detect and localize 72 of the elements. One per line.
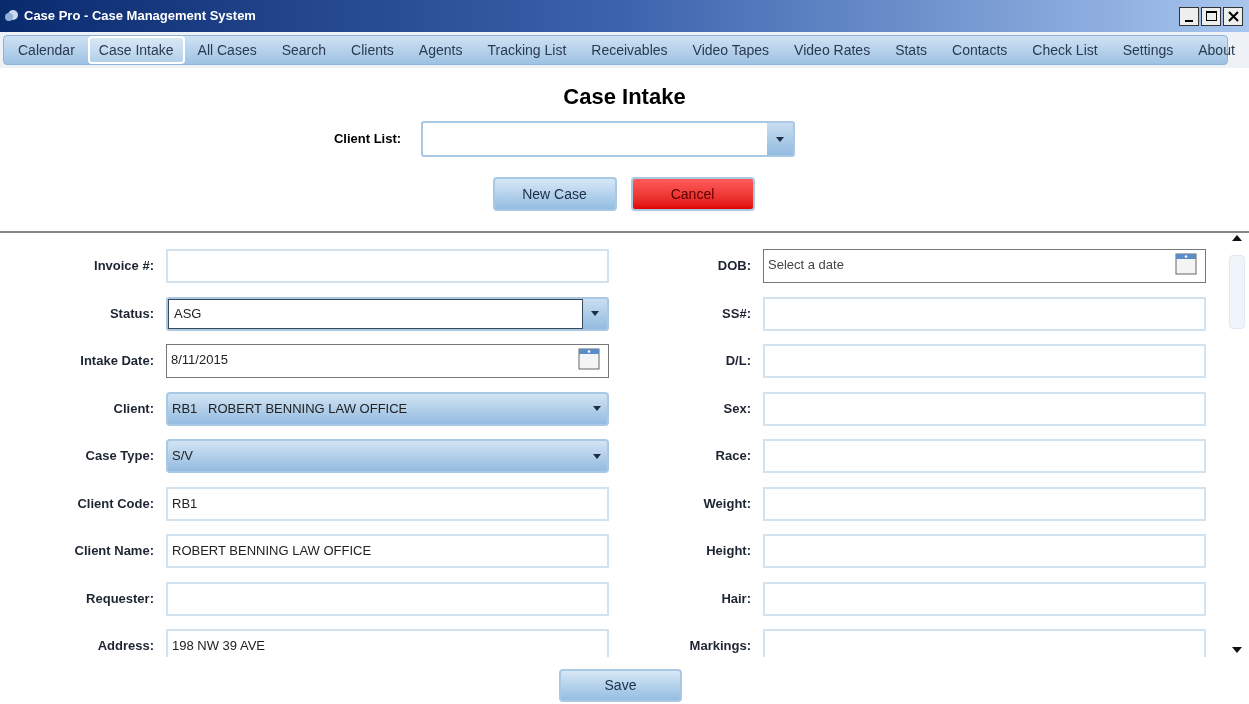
dropdown-arrow-icon <box>593 406 601 411</box>
calendar-icon[interactable] <box>1175 253 1197 275</box>
text-field[interactable] <box>763 344 1206 378</box>
save-button[interactable]: Save <box>559 669 682 702</box>
dropdown[interactable]: RB1 ROBERT BENNING LAW OFFICE <box>166 391 609 426</box>
text-field[interactable] <box>763 629 1206 657</box>
field-label: Address: <box>96 637 155 656</box>
field-label: Client: <box>112 399 155 418</box>
dropdown-arrow-icon <box>591 311 599 316</box>
field-label: Intake Date: <box>79 352 155 371</box>
menu-tab[interactable]: Check List <box>1020 36 1110 64</box>
field-label: Hair: <box>720 589 752 608</box>
field-label: Client List: <box>333 130 402 149</box>
text-field[interactable]: RB1 <box>166 486 609 521</box>
field-label: Requester: <box>85 589 155 608</box>
field-label: Case Type: <box>84 447 155 466</box>
field-label: Race: <box>714 447 752 466</box>
menu-tab[interactable]: Agents <box>406 36 475 64</box>
menu-tab[interactable]: Case Intake <box>87 36 185 64</box>
client-list-dropdown[interactable] <box>421 121 796 157</box>
window-title: Case Pro - Case Management System <box>24 7 256 26</box>
calendar-icon[interactable] <box>578 348 600 370</box>
field-label: SS#: <box>721 304 752 323</box>
menu-tab[interactable]: Video Tapes <box>680 36 782 64</box>
maximize-button[interactable] <box>1201 6 1221 26</box>
text-field[interactable]: ROBERT BENNING LAW OFFICE <box>166 534 609 568</box>
menu-tab[interactable]: Clients <box>339 36 406 64</box>
field-label: DOB: <box>716 257 752 276</box>
menu-tab[interactable]: Contacts <box>940 36 1020 64</box>
text-field[interactable]: 198 NW 39 AVE <box>166 629 609 657</box>
menu-tab[interactable]: Receivables <box>579 36 680 64</box>
text-field[interactable] <box>166 249 609 283</box>
close-button[interactable] <box>1223 6 1243 26</box>
date-picker[interactable]: 8/11/2015 <box>166 344 609 378</box>
menu-tab[interactable]: Video Rates <box>782 36 883 64</box>
menu-tab[interactable]: Search <box>269 36 339 64</box>
date-picker[interactable]: Select a date <box>763 249 1206 283</box>
text-field[interactable] <box>166 581 609 616</box>
menu-tab[interactable]: All Cases <box>185 36 269 64</box>
field-label: Client Code: <box>76 494 155 513</box>
text-field[interactable] <box>763 581 1206 616</box>
menu-tab[interactable]: Stats <box>883 36 940 64</box>
field-label: Invoice #: <box>93 257 155 276</box>
dropdown[interactable]: S/V <box>166 439 609 473</box>
new-case-button[interactable]: New Case <box>492 177 617 211</box>
close-icon <box>1227 10 1239 22</box>
menu-tab[interactable]: Tracking List <box>475 36 579 64</box>
text-field[interactable] <box>763 391 1206 426</box>
scroll-up-icon[interactable] <box>1232 235 1242 241</box>
minimize-button[interactable] <box>1179 6 1199 26</box>
status-combo-box[interactable]: ASG <box>166 296 609 331</box>
text-field[interactable] <box>763 296 1206 331</box>
text-field[interactable] <box>763 486 1206 521</box>
field-label: Height: <box>705 542 752 561</box>
field-label: Markings: <box>688 637 752 656</box>
field-label: Weight: <box>702 494 752 513</box>
menu-tab[interactable]: Settings <box>1110 36 1186 64</box>
menu-tab[interactable]: About <box>1186 36 1247 64</box>
cancel-button[interactable]: Cancel <box>630 177 755 211</box>
dropdown-arrow-icon <box>593 453 601 459</box>
scroll-down-icon[interactable] <box>1232 647 1242 653</box>
menu-tab[interactable]: Calendar <box>6 36 87 64</box>
dropdown-arrow-icon <box>776 136 785 142</box>
app-icon <box>4 8 20 24</box>
field-label: Client Name: <box>73 542 155 561</box>
text-field[interactable] <box>763 534 1206 568</box>
field-label: Sex: <box>722 399 752 418</box>
field-label: D/L: <box>724 352 752 371</box>
text-field[interactable] <box>763 439 1206 473</box>
field-label: Status: <box>108 304 155 323</box>
page-heading: Case Intake <box>563 83 686 111</box>
scrollbar-thumb[interactable] <box>1229 255 1245 329</box>
